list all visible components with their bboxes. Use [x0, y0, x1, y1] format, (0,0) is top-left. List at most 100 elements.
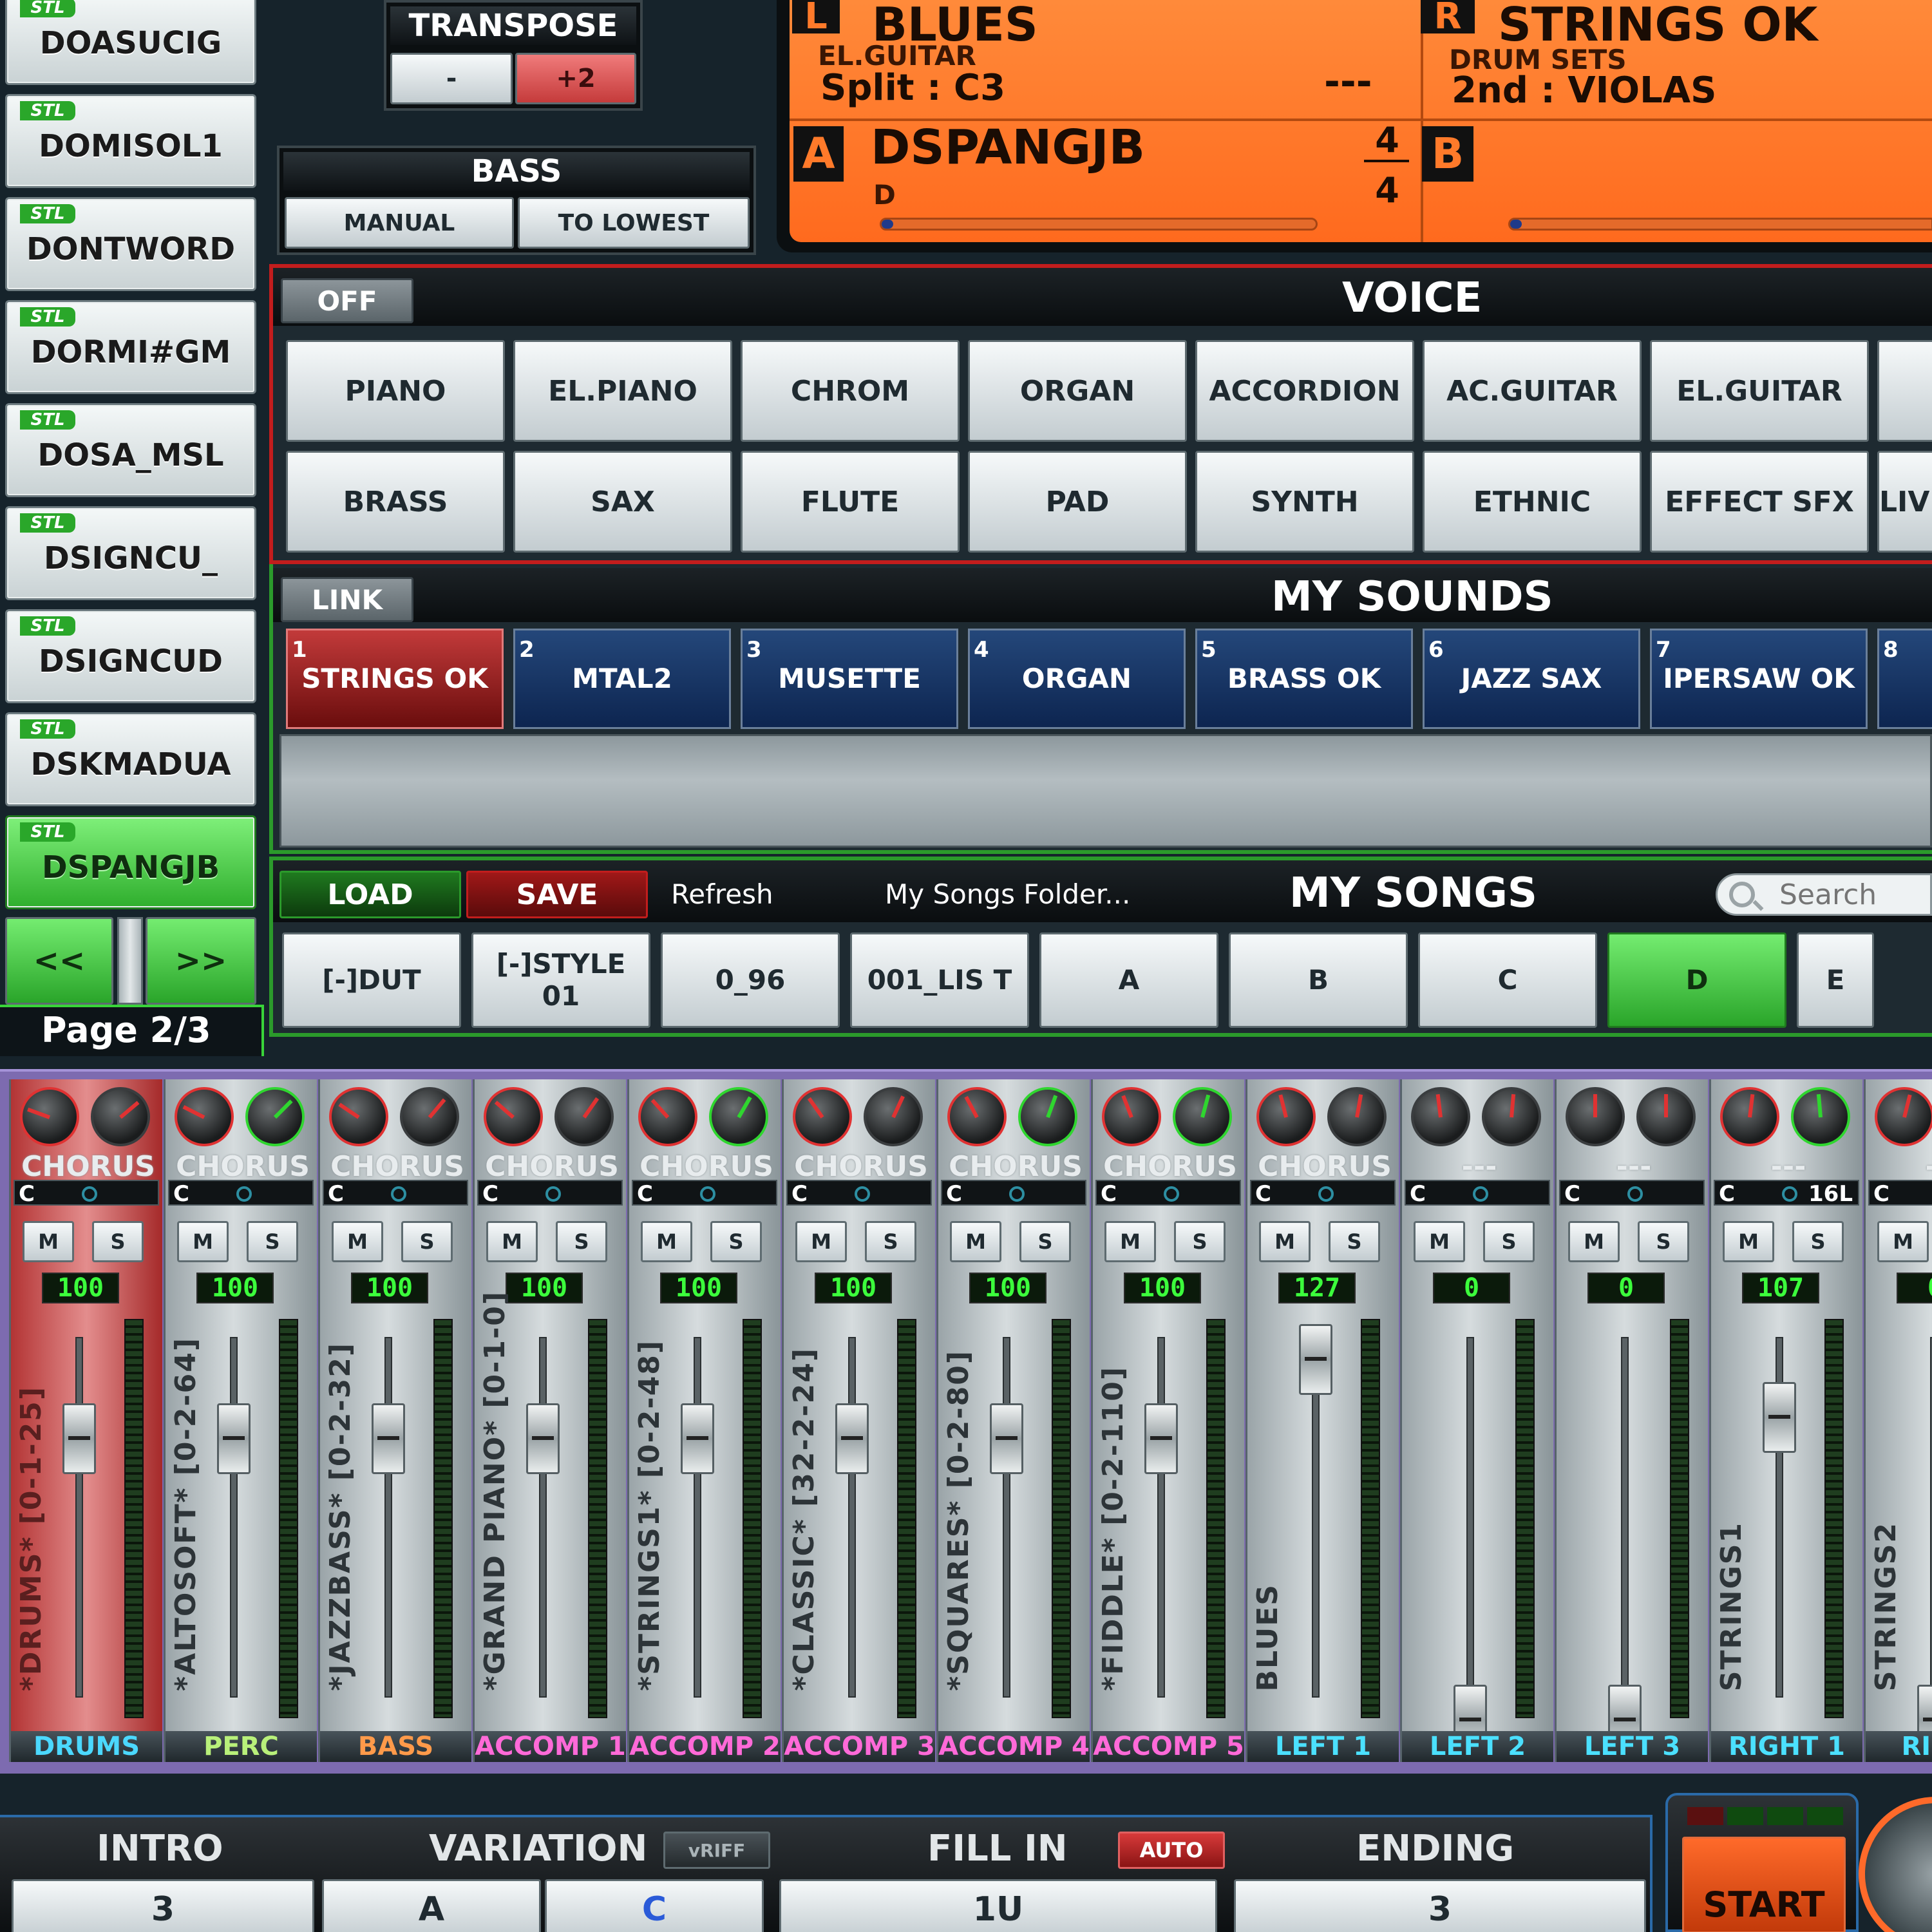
style-item-8[interactable]: STL DSPANGJB [5, 815, 256, 909]
pan-indicator[interactable] [1627, 1186, 1643, 1202]
channel-voice-name[interactable]: STRINGS1 [1715, 1522, 1748, 1691]
chorus-knob[interactable] [1327, 1087, 1387, 1146]
style-item-1[interactable]: STL DOMISOL1 [5, 94, 256, 188]
page-scroll-handle[interactable] [117, 917, 143, 1005]
voice-cat-sax[interactable]: SAX [513, 451, 732, 553]
reverb-knob[interactable] [175, 1087, 234, 1146]
mute-button[interactable]: M [1877, 1221, 1929, 1262]
channel-voice-name[interactable]: *FIDDLE* [0-2-110] [1097, 1366, 1130, 1691]
mute-button[interactable]: M [177, 1221, 229, 1262]
mute-button[interactable]: M [486, 1221, 538, 1262]
chorus-knob[interactable] [1018, 1087, 1077, 1146]
prev-page-button[interactable]: << [5, 917, 113, 1005]
reverb-knob[interactable] [793, 1087, 852, 1146]
song-item-5[interactable]: B [1229, 933, 1408, 1028]
chorus-knob[interactable] [245, 1087, 305, 1146]
style-item-6[interactable]: STL DSIGNCUD [5, 609, 256, 703]
save-button[interactable]: SAVE [466, 871, 648, 918]
mute-button[interactable]: M [641, 1221, 692, 1262]
pan-indicator[interactable] [1782, 1186, 1797, 1202]
reverb-knob[interactable] [20, 1087, 79, 1146]
song-item-4[interactable]: A [1039, 933, 1218, 1028]
search-box[interactable] [1716, 873, 1932, 916]
pan-indicator[interactable] [855, 1186, 870, 1202]
reverb-knob[interactable] [1566, 1087, 1625, 1146]
voice-cat-elguitar[interactable]: EL.GUITAR [1650, 340, 1869, 442]
transport-pad-2[interactable]: A [322, 1879, 541, 1932]
volume-fader[interactable] [1299, 1324, 1332, 1395]
transport-pad-3[interactable]: C [545, 1879, 764, 1932]
solo-button[interactable]: S [1019, 1221, 1071, 1262]
channel-voice-name[interactable]: *STRINGS1* [0-2-48] [633, 1340, 666, 1691]
channel-voice-name[interactable]: STRINGS2 [1870, 1522, 1902, 1691]
pan-indicator[interactable] [700, 1186, 715, 1202]
my-songs-folder-link[interactable]: My Songs Folder... [885, 878, 1130, 910]
start-button[interactable]: START [1682, 1837, 1846, 1932]
voice-cat-chrom[interactable]: CHROM [741, 340, 960, 442]
channel-voice-name[interactable]: BLUES [1251, 1584, 1284, 1691]
my-sound-2[interactable]: 2 MTAL2 [513, 629, 731, 729]
solo-button[interactable]: S [710, 1221, 762, 1262]
song-item-1[interactable]: [-]STYLE 01 [471, 933, 650, 1028]
reverb-knob[interactable] [1411, 1087, 1470, 1146]
channel-voice-name[interactable]: *ALTOSOFT* [0-2-64] [169, 1337, 202, 1691]
solo-button[interactable]: S [92, 1221, 144, 1262]
voice-off-button[interactable]: OFF [281, 278, 413, 323]
channel-voice-name[interactable]: *DRUMS* [0-1-25] [15, 1386, 48, 1691]
voice-cat-effectsfx[interactable]: EFFECT SFX [1650, 451, 1869, 553]
song-item-7[interactable]: D [1607, 933, 1786, 1028]
voice-cat-accordion[interactable]: ACCORDION [1195, 340, 1414, 442]
mute-button[interactable]: M [1259, 1221, 1311, 1262]
chorus-knob[interactable] [91, 1087, 150, 1146]
voice-cat-elpiano[interactable]: EL.PIANO [513, 340, 732, 442]
voice-cat-synth[interactable]: SYNTH [1195, 451, 1414, 553]
channel-voice-name[interactable]: *GRAND PIANO* [0-1-0] [478, 1291, 511, 1691]
song-item-6[interactable]: C [1418, 933, 1597, 1028]
chorus-knob[interactable] [400, 1087, 459, 1146]
search-input[interactable] [1779, 878, 1927, 911]
solo-button[interactable]: S [1483, 1221, 1535, 1262]
transpose-down-button[interactable]: - [390, 53, 513, 104]
pan-indicator[interactable] [236, 1186, 252, 1202]
volume-fader[interactable] [526, 1403, 560, 1475]
reverb-knob[interactable] [1256, 1087, 1316, 1146]
pan-indicator[interactable] [1318, 1186, 1334, 1202]
volume-fader[interactable] [1763, 1381, 1796, 1453]
mute-button[interactable]: M [1104, 1221, 1156, 1262]
pan-indicator[interactable] [391, 1186, 406, 1202]
reverb-knob[interactable] [484, 1087, 543, 1146]
chorus-knob[interactable] [1791, 1087, 1850, 1146]
channel-voice-name[interactable]: *JAZZBASS* [0-2-32] [324, 1342, 357, 1691]
chorus-knob[interactable] [1173, 1087, 1232, 1146]
reverb-knob[interactable] [1720, 1087, 1779, 1146]
voice-cat-ethnic[interactable]: ETHNIC [1423, 451, 1642, 553]
solo-button[interactable]: S [401, 1221, 453, 1262]
channel-voice-name[interactable]: *SQUARES* [0-2-80] [942, 1350, 975, 1691]
chorus-knob[interactable] [864, 1087, 923, 1146]
solo-button[interactable]: S [1638, 1221, 1689, 1262]
transport-pad-4[interactable]: 1U [779, 1879, 1217, 1932]
vriff-button[interactable]: vRIFF [663, 1832, 770, 1869]
chorus-knob[interactable] [709, 1087, 768, 1146]
transport-pad-5[interactable]: 3 [1234, 1879, 1646, 1932]
voice-cat-overflow[interactable] [1877, 340, 1932, 442]
my-sound-3[interactable]: 3 MUSETTE [741, 629, 958, 729]
mute-button[interactable]: M [1568, 1221, 1620, 1262]
reverb-knob[interactable] [1875, 1087, 1932, 1146]
solo-button[interactable]: S [1792, 1221, 1844, 1262]
link-button[interactable]: LINK [281, 577, 413, 622]
volume-fader[interactable] [1144, 1403, 1178, 1475]
voice-cat-flute[interactable]: FLUTE [741, 451, 960, 553]
voice-cat-brass[interactable]: BRASS [286, 451, 505, 553]
reverb-knob[interactable] [638, 1087, 697, 1146]
solo-button[interactable]: S [247, 1221, 298, 1262]
song-item-0[interactable]: [-]DUT [282, 933, 461, 1028]
load-button[interactable]: LOAD [279, 871, 461, 918]
song-item-8[interactable]: E [1797, 933, 1874, 1028]
pan-indicator[interactable] [545, 1186, 561, 1202]
style-item-7[interactable]: STL DSKMADUA [5, 712, 256, 806]
song-item-3[interactable]: 001_LIS T [850, 933, 1029, 1028]
style-item-4[interactable]: STL DOSA_MSL [5, 403, 256, 497]
reverb-knob[interactable] [1102, 1087, 1161, 1146]
pan-indicator[interactable] [82, 1186, 97, 1202]
